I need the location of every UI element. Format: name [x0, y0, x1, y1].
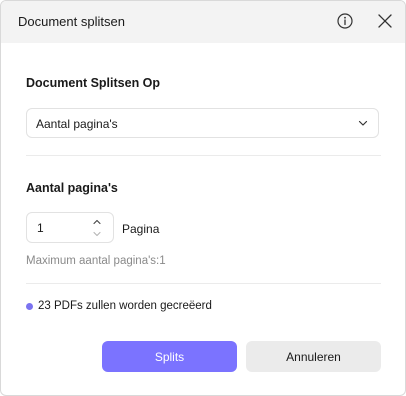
- chevron-up-icon[interactable]: [92, 218, 102, 226]
- page-count-value[interactable]: 1: [37, 221, 44, 235]
- status-dot-icon: [26, 303, 33, 310]
- close-icon[interactable]: [378, 14, 392, 28]
- chevron-down-icon: [358, 120, 368, 126]
- split-button[interactable]: Splits: [102, 341, 237, 372]
- cancel-button[interactable]: Annuleren: [246, 341, 381, 372]
- chevron-down-icon[interactable]: [92, 230, 102, 238]
- split-document-dialog: Document splitsen Document Splitsen Op A…: [0, 0, 406, 396]
- page-count-stepper[interactable]: 1: [26, 212, 114, 243]
- split-by-selected-value: Aantal pagina's: [36, 117, 118, 131]
- divider: [26, 155, 381, 156]
- split-by-label: Document Splitsen Op: [26, 76, 161, 90]
- split-by-select[interactable]: Aantal pagina's: [26, 108, 379, 138]
- divider: [26, 283, 381, 284]
- max-pages-hint: Maximum aantal pagina's:1: [26, 255, 166, 267]
- status-text: 23 PDFs zullen worden gecreëerd: [38, 300, 212, 312]
- dialog-title: Document splitsen: [18, 14, 125, 29]
- page-count-label: Aantal pagina's: [26, 181, 118, 195]
- dialog-header: Document splitsen: [1, 1, 405, 43]
- info-icon[interactable]: [337, 13, 353, 29]
- page-unit-label: Pagina: [122, 222, 160, 236]
